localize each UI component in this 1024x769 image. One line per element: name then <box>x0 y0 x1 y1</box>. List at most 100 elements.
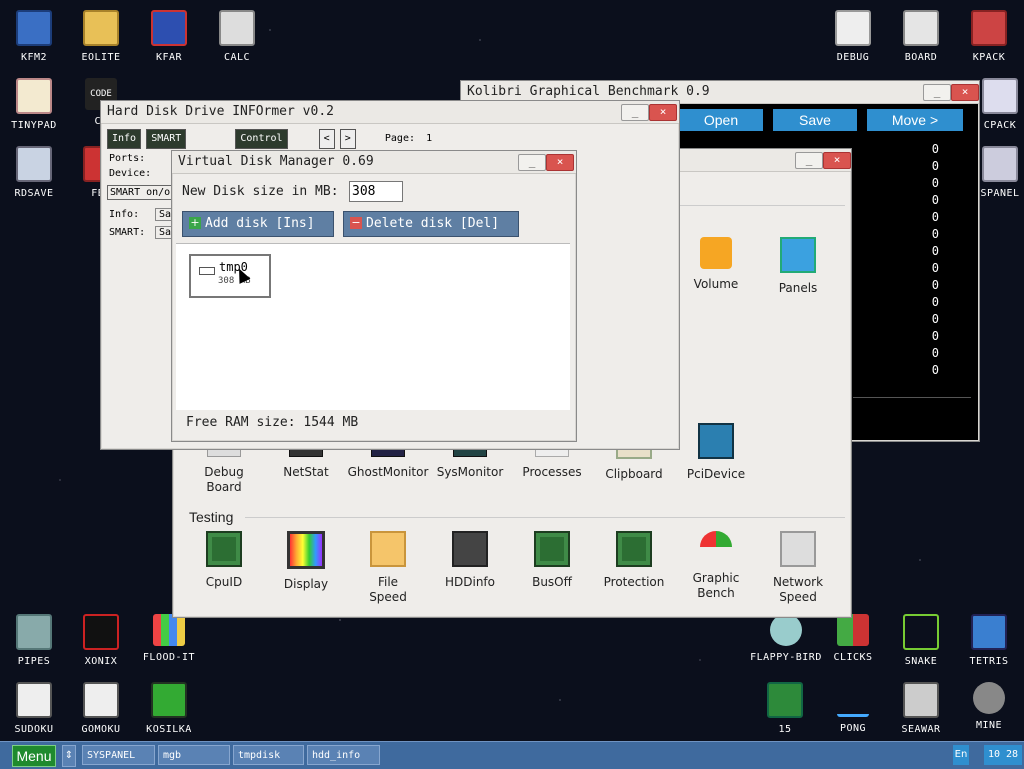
syspanel-item-label: HDDinfo <box>444 575 495 589</box>
close-button[interactable]: × <box>823 152 851 169</box>
desktop-icon-rdsave[interactable]: RDSAVE <box>0 146 68 199</box>
add-disk-button[interactable]: + Add disk [Ins] <box>182 211 334 237</box>
syspanel-item[interactable]: Network Speed <box>757 531 839 605</box>
syspanel-item[interactable]: Protection <box>593 531 675 590</box>
switch-arrows-icon[interactable]: ⇕ <box>62 745 76 767</box>
desktop-icon-flappy-bird[interactable]: FLAPPY-BIRD <box>750 614 822 663</box>
taskbar-item-hdd-info[interactable]: hdd_info <box>307 745 380 765</box>
syspanel-item[interactable]: CpuID <box>183 531 265 590</box>
hdd-informer-titlebar[interactable]: Hard Disk Drive INFOrmer v0.2 _ × <box>101 101 679 124</box>
tab-smart[interactable]: SMART <box>146 129 187 149</box>
open-button[interactable]: Open <box>679 109 763 131</box>
syspanel-item[interactable]: HDDinfo <box>429 531 511 590</box>
benchmark-value: 0 <box>931 312 939 326</box>
close-button[interactable]: × <box>546 154 574 171</box>
syspanel-item[interactable]: BusOff <box>511 531 593 590</box>
smart-label: SMART: <box>109 227 146 238</box>
smart-onoff-button[interactable]: SMART on/o <box>107 185 174 200</box>
desktop-icon-label: EOLITE <box>81 52 121 63</box>
pci-device-icon <box>698 423 734 459</box>
desktop-icon-debug[interactable]: DEBUG <box>819 10 887 63</box>
close-button[interactable]: × <box>951 84 979 101</box>
desktop-icon-xonix[interactable]: XONIX <box>67 614 135 667</box>
speaker-icon <box>700 237 732 269</box>
menu-button[interactable]: Menu <box>12 745 56 767</box>
clock[interactable]: 10 28 <box>984 745 1022 765</box>
drive-icon <box>199 267 215 275</box>
vdm-titlebar[interactable]: Virtual Disk Manager 0.69 _ × <box>172 151 576 174</box>
desktop-icon-kosilka[interactable]: KOSILKA <box>135 682 203 735</box>
minimize-button[interactable]: _ <box>923 84 951 101</box>
desktop-icon-snake[interactable]: SNAKE <box>887 614 955 667</box>
desktop-icon-sudoku[interactable]: SUDOKU <box>0 682 68 735</box>
disk-size-input[interactable] <box>349 181 403 202</box>
desktop-icon-mine[interactable]: MINE <box>955 682 1023 731</box>
prev-page-button[interactable]: < <box>318 129 335 149</box>
desktop-icon-tinypad[interactable]: TINYPAD <box>0 78 68 131</box>
ports-label: Ports: <box>109 153 146 164</box>
desktop-icon-kfm2[interactable]: KFM2 <box>0 10 68 63</box>
delete-disk-label: Delete disk [Del] <box>366 216 500 231</box>
minimize-button[interactable]: _ <box>518 154 546 171</box>
desktop-icon-gomoku[interactable]: GOMOKU <box>67 682 135 735</box>
minimize-button[interactable]: _ <box>621 104 649 121</box>
desktop-icon-kfar[interactable]: KFAR <box>135 10 203 63</box>
tab-info[interactable]: Info <box>107 129 142 149</box>
syspanel-item-label: CpuID <box>205 575 243 589</box>
benchmark-value: 0 <box>931 363 939 377</box>
syspanel-item[interactable]: Graphic Bench <box>675 531 757 601</box>
desktop-icon-label: KFAR <box>155 52 183 63</box>
desktop-icon-calc[interactable]: CALC <box>203 10 271 63</box>
syspanel-item-label: Processes <box>522 465 582 479</box>
tab-control[interactable]: Control <box>235 129 288 149</box>
syspanel-item-label: NetStat <box>283 465 329 479</box>
save-button[interactable]: Save <box>773 109 857 131</box>
cpu-chip-icon <box>206 531 242 567</box>
syspanel-item[interactable]: PciDevice <box>675 423 757 482</box>
delete-disk-button[interactable]: − Delete disk [Del] <box>343 211 519 237</box>
benchmark-value: 0 <box>931 193 939 207</box>
bus-chip-icon <box>534 531 570 567</box>
desktop-icon-eolite[interactable]: EOLITE <box>67 10 135 63</box>
close-button[interactable]: × <box>649 104 677 121</box>
disk-item[interactable]: tmp0 308 MB <box>189 254 271 298</box>
benchmark-value: 0 <box>931 142 939 156</box>
language-indicator[interactable]: En <box>953 745 969 765</box>
desktop-icon-pong[interactable]: PONG <box>819 682 887 734</box>
syspanel-item[interactable]: Display <box>265 531 347 592</box>
desktop-icon-pipes[interactable]: PIPES <box>0 614 68 667</box>
testing-separator <box>245 517 845 518</box>
move-button[interactable]: Move > <box>867 109 963 131</box>
syspanel-item[interactable]: File Speed <box>347 531 429 605</box>
minimize-button[interactable]: _ <box>795 152 823 169</box>
fifteen-puzzle-icon <box>767 682 803 718</box>
pipes-icon <box>16 614 52 650</box>
desktop-icon-label: SNAKE <box>904 656 938 667</box>
gauge-icon <box>700 531 732 563</box>
minus-icon: − <box>350 216 362 229</box>
desktop-icon-tetris[interactable]: TETRIS <box>955 614 1023 667</box>
page-value: 1 <box>426 133 433 144</box>
syspanel-item-label: GhostMonitor <box>347 465 429 479</box>
desktop-icon-seawar[interactable]: SEAWAR <box>887 682 955 735</box>
taskbar-item-mgb[interactable]: mgb <box>158 745 230 765</box>
mine-icon <box>973 682 1005 714</box>
xonix-icon <box>83 614 119 650</box>
desktop-icon-flood-it[interactable]: FLOOD-IT <box>135 614 203 663</box>
desktop-icon-15[interactable]: 15 <box>751 682 819 735</box>
info-label: Info: <box>109 209 140 220</box>
ramdisk-icon <box>16 146 52 182</box>
taskbar-item-tmpdisk[interactable]: tmpdisk <box>233 745 304 765</box>
desktop-icon-clicks[interactable]: CLICKS <box>819 614 887 663</box>
notepad-icon <box>16 78 52 114</box>
taskbar-item-syspanel[interactable]: SYSPANEL <box>82 745 155 765</box>
syspanel-item[interactable]: Panels <box>757 237 839 296</box>
desktop-icon-board[interactable]: BOARD <box>887 10 955 63</box>
display-icon <box>287 531 325 569</box>
next-page-button[interactable]: > <box>339 129 356 149</box>
desktop-icon-label: FLAPPY-BIRD <box>750 652 822 663</box>
desktop-icon-kpack[interactable]: KPACK <box>955 10 1023 63</box>
desktop-icon-label: DEBUG <box>836 52 870 63</box>
desktop-icon-label: KOSILKA <box>146 724 192 735</box>
syspanel-item[interactable]: Volume <box>675 237 757 292</box>
